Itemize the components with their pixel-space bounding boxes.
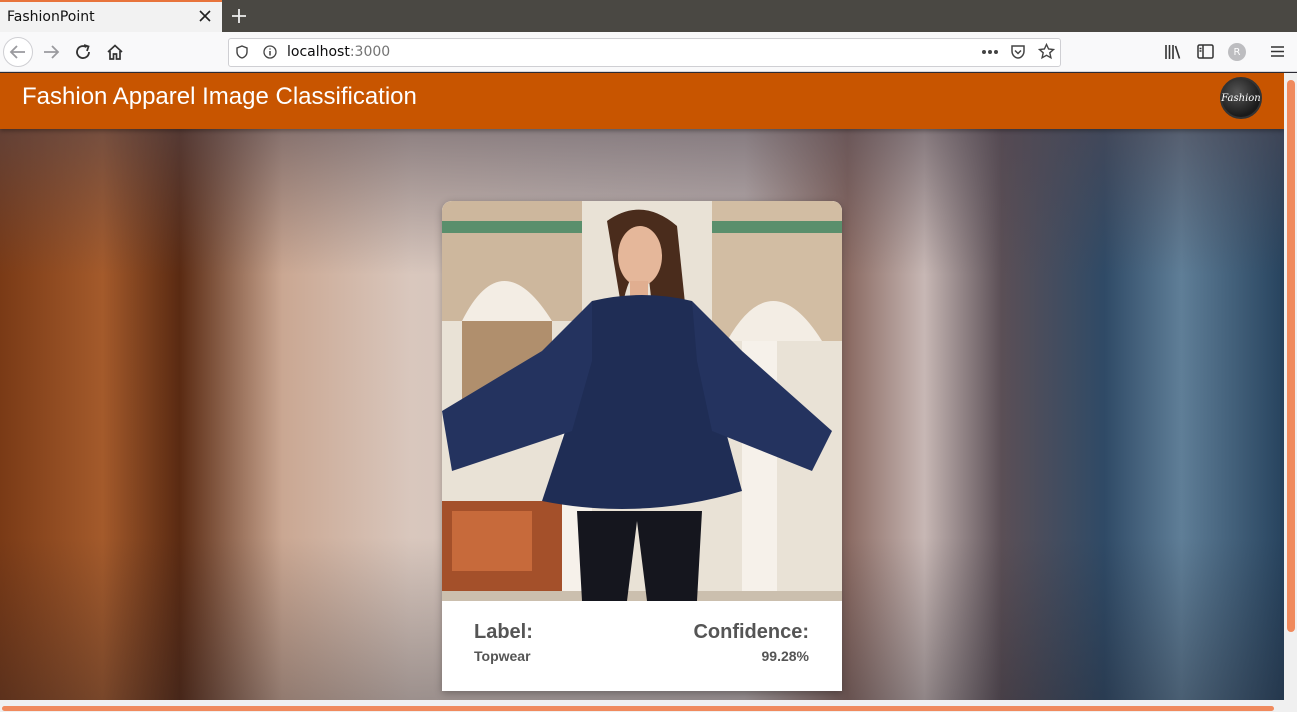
library-icon[interactable] (1164, 44, 1182, 60)
shield-icon[interactable] (236, 45, 248, 59)
home-icon[interactable] (106, 43, 124, 61)
confidence-heading: Confidence: (693, 621, 809, 643)
info-icon[interactable] (263, 45, 277, 59)
menu-icon[interactable] (1270, 45, 1285, 58)
close-icon[interactable] (198, 9, 212, 23)
url-text[interactable]: localhost:3000 (287, 44, 390, 60)
label-value: Topwear (474, 648, 531, 664)
pocket-icon[interactable] (1010, 44, 1026, 60)
url-port: :3000 (349, 44, 391, 60)
back-arrow-icon (9, 45, 25, 59)
prediction-details: Label: Topwear Confidence: 99.28% (442, 601, 842, 691)
horizontal-scrollbar-thumb[interactable] (2, 706, 1274, 711)
sidebar-icon[interactable] (1197, 44, 1214, 59)
reload-icon[interactable] (74, 43, 92, 61)
logo-text: Fashion (1221, 92, 1261, 104)
brand-logo-avatar[interactable]: Fashion (1220, 77, 1262, 119)
tab-fashionpoint[interactable]: FashionPoint (0, 0, 222, 32)
account-avatar[interactable]: R (1228, 43, 1246, 61)
page-actions-icon[interactable] (981, 49, 999, 55)
forward-arrow-icon[interactable] (42, 44, 60, 60)
prediction-card: Label: Topwear Confidence: 99.28% (442, 201, 842, 691)
new-tab-icon[interactable] (229, 6, 249, 26)
app-header: Fashion Apparel Image Classification Fas… (0, 73, 1284, 129)
tab-title: FashionPoint (7, 9, 95, 25)
uploaded-clothing-photo (442, 201, 842, 601)
vertical-scrollbar-thumb[interactable] (1287, 80, 1295, 632)
page-viewport: Fashion Apparel Image Classification Fas… (0, 73, 1284, 712)
tab-strip: FashionPoint (0, 0, 1297, 32)
label-heading: Label: (474, 621, 533, 643)
account-initial: R (1233, 46, 1241, 58)
bookmark-star-icon[interactable] (1038, 43, 1055, 60)
page-title: Fashion Apparel Image Classification (22, 83, 417, 110)
confidence-value: 99.28% (761, 648, 809, 664)
url-host: localhost (287, 44, 350, 60)
